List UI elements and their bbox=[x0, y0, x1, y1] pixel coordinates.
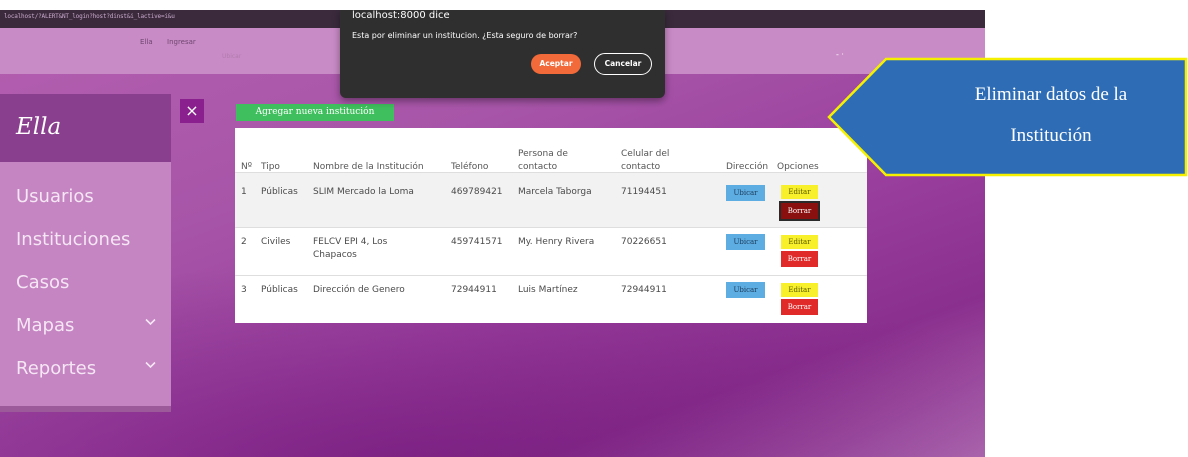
cell-celular: 72944911 bbox=[621, 285, 667, 295]
confirm-dialog: localhost:8000 dice Esta por eliminar un… bbox=[340, 10, 665, 98]
sidebar-item-casos[interactable]: Casos bbox=[16, 272, 69, 293]
cell-num: 2 bbox=[241, 237, 247, 247]
cell-tipo: Públicas bbox=[261, 187, 298, 197]
dialog-message: Esta por eliminar un institucion. ¿Esta … bbox=[352, 31, 578, 40]
browser-url: localhost/?ALERT&NT_login?host?dinst&i_l… bbox=[4, 13, 175, 20]
sidebar: Ella Usuarios Instituciones Casos Mapas … bbox=[0, 94, 171, 412]
editar-button[interactable]: Editar bbox=[781, 185, 818, 199]
navbar-faint-text: Ubicar bbox=[222, 53, 242, 60]
borrar-button[interactable]: Borrar bbox=[779, 201, 820, 221]
sidebar-item-reportes[interactable]: Reportes bbox=[16, 358, 96, 379]
navbar-brand-link[interactable]: Ella bbox=[140, 38, 153, 46]
header-persona-line1: Persona de bbox=[518, 149, 568, 159]
editar-button[interactable]: Editar bbox=[781, 283, 818, 297]
cell-persona: Marcela Taborga bbox=[518, 187, 592, 197]
cell-num: 3 bbox=[241, 285, 247, 295]
dialog-title: localhost:8000 dice bbox=[352, 10, 450, 21]
sidebar-item-instituciones[interactable]: Instituciones bbox=[16, 229, 130, 250]
ubicar-button[interactable]: Ubicar bbox=[726, 185, 765, 201]
cell-telefono: 459741571 bbox=[451, 237, 503, 247]
cell-telefono: 72944911 bbox=[451, 285, 497, 295]
sidebar-logo[interactable]: Ella bbox=[16, 114, 61, 140]
chevron-down-icon[interactable] bbox=[145, 316, 156, 329]
cell-nombre: SLIM Mercado la Loma bbox=[313, 187, 414, 197]
close-icon: × bbox=[185, 101, 199, 120]
borrar-button[interactable]: Borrar bbox=[781, 299, 818, 315]
cell-tipo: Civiles bbox=[261, 237, 291, 247]
sidebar-item-mapas[interactable]: Mapas bbox=[16, 315, 74, 336]
cancel-button[interactable]: Cancelar bbox=[594, 53, 652, 75]
add-institution-button[interactable]: Agregar nueva institución bbox=[236, 104, 394, 121]
chevron-down-icon[interactable] bbox=[145, 359, 156, 372]
ubicar-button[interactable]: Ubicar bbox=[726, 234, 765, 250]
editar-button[interactable]: Editar bbox=[781, 235, 818, 249]
callout-line-1: Eliminar datos de la bbox=[974, 84, 1128, 105]
borrar-button[interactable]: Borrar bbox=[781, 251, 818, 267]
cell-tipo: Públicas bbox=[261, 285, 298, 295]
sidebar-bottom-border bbox=[0, 406, 171, 412]
annotation-callout: Eliminar datos de la Institución bbox=[826, 54, 1188, 180]
table-row: 2 Civiles FELCV EPI 4, Los Chapacos 4597… bbox=[235, 227, 867, 275]
cell-nombre: Dirección de Genero bbox=[313, 285, 405, 295]
cell-telefono: 469789421 bbox=[451, 187, 503, 197]
cell-num: 1 bbox=[241, 187, 247, 197]
navbar-login-link[interactable]: Ingresar bbox=[167, 38, 196, 46]
accept-button[interactable]: Aceptar bbox=[531, 54, 581, 74]
cell-nombre-line2: Chapacos bbox=[313, 250, 357, 260]
table-row: 1 Públicas SLIM Mercado la Loma 46978942… bbox=[235, 172, 867, 227]
callout-text: Eliminar datos de la Institución bbox=[916, 74, 1186, 156]
cell-persona: Luis Martínez bbox=[518, 285, 578, 295]
close-sidebar-button[interactable]: × bbox=[180, 99, 204, 123]
cell-celular: 70226651 bbox=[621, 237, 667, 247]
sidebar-header: Ella bbox=[0, 94, 171, 162]
table-row: 3 Públicas Dirección de Genero 72944911 … bbox=[235, 275, 867, 323]
callout-line-2: Institución bbox=[1010, 125, 1092, 146]
cell-nombre-line1: FELCV EPI 4, Los bbox=[313, 237, 388, 247]
institutions-table: Nº Tipo Nombre de la Institución Teléfon… bbox=[235, 128, 867, 323]
cell-persona: My. Henry Rivera bbox=[518, 237, 595, 247]
cell-celular: 71194451 bbox=[621, 187, 667, 197]
sidebar-item-usuarios[interactable]: Usuarios bbox=[16, 186, 94, 207]
header-celular-line1: Celular del bbox=[621, 149, 670, 159]
ubicar-button[interactable]: Ubicar bbox=[726, 282, 765, 298]
